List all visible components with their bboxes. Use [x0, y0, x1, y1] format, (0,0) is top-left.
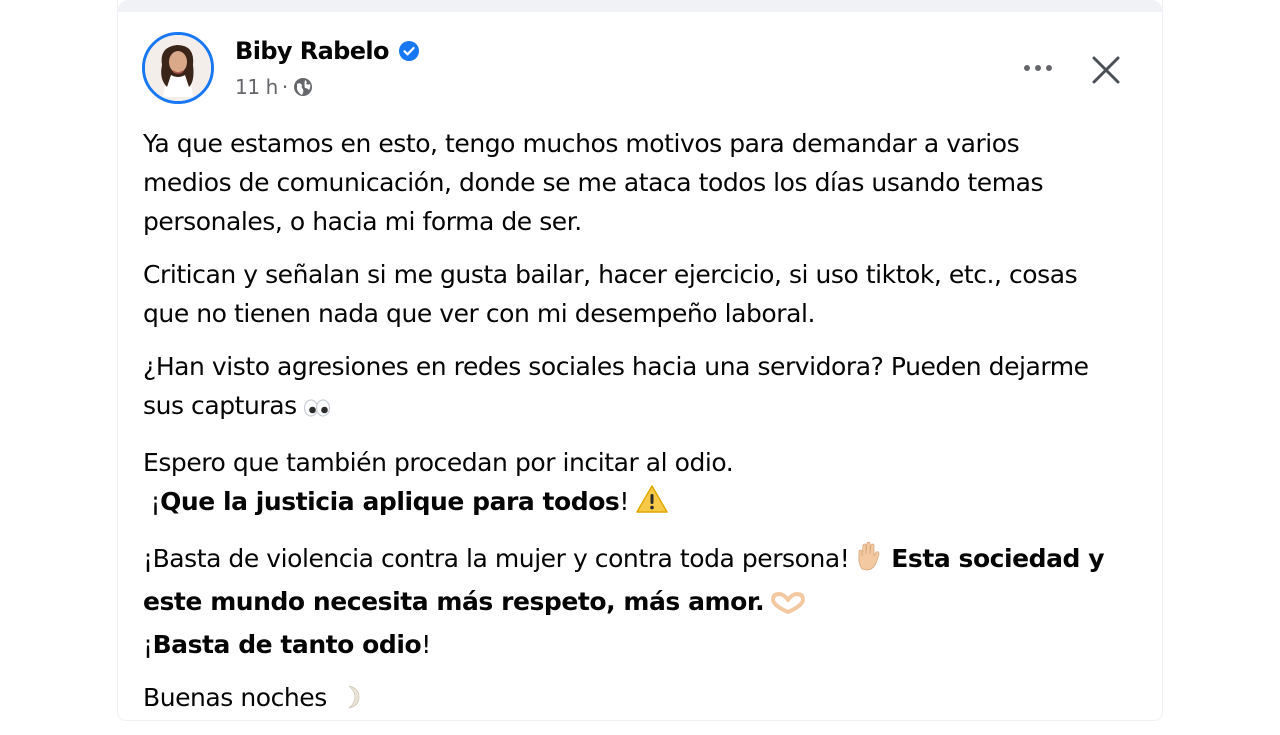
- post-timestamp[interactable]: 11 h: [235, 75, 278, 99]
- post-header: Biby Rabelo 11 h ·: [118, 12, 1162, 112]
- paragraph-2: Critican y señalan si me gusta bailar, h…: [143, 255, 1153, 333]
- text-fragment: ¡: [143, 487, 161, 516]
- avatar-photo: [145, 35, 211, 101]
- text-line: que no tienen nada que ver con mi desemp…: [143, 299, 815, 328]
- post-card: Biby Rabelo 11 h · Ya que estamos en est…: [118, 0, 1162, 720]
- text-line: este mundo necesita más respeto, más amo…: [143, 582, 1153, 625]
- text-line: Espero que también procedan por incitar …: [143, 448, 734, 477]
- paragraph-4: Espero que también procedan por incitar …: [143, 443, 1153, 525]
- text-line: ¡Que la justicia aplique para todos!: [143, 482, 1153, 525]
- verified-badge-icon: [398, 40, 420, 62]
- raised-hand-emoji-icon: [855, 541, 883, 582]
- text-fragment: ¡Basta de violencia contra la mujer y co…: [143, 544, 850, 573]
- text-fragment: !: [421, 630, 431, 659]
- close-icon[interactable]: [1086, 50, 1126, 90]
- text-line: Ya que estamos en esto, tengo muchos mot…: [143, 129, 1020, 158]
- heart-hands-emoji-icon: [770, 586, 806, 625]
- paragraph-1: Ya que estamos en esto, tengo muchos mot…: [143, 124, 1153, 241]
- bold-text: Basta de tanto odio: [152, 630, 422, 659]
- meta-separator: ·: [281, 75, 288, 99]
- text-fragment: sus capturas: [143, 391, 297, 420]
- eyes-emoji-icon: [303, 390, 331, 429]
- text-fragment: !: [619, 487, 629, 516]
- warning-emoji-icon: [635, 484, 669, 525]
- text-line: sus capturas: [143, 386, 1153, 429]
- paragraph-6: Buenas noches: [143, 678, 1153, 721]
- post-text: Ya que estamos en esto, tengo muchos mot…: [143, 124, 1153, 735]
- text-line: Buenas noches: [143, 678, 1153, 721]
- globe-icon: [292, 76, 314, 98]
- text-fragment: Buenas noches: [143, 683, 327, 712]
- more-options-icon[interactable]: [1014, 50, 1062, 86]
- bold-text: este mundo necesita más respeto, más amo…: [143, 587, 765, 616]
- text-fragment: ¡: [143, 630, 153, 659]
- post-meta: 11 h ·: [235, 75, 314, 99]
- author-name[interactable]: Biby Rabelo: [235, 37, 390, 65]
- author-avatar[interactable]: [142, 32, 214, 104]
- text-line: ¡Basta de violencia contra la mujer y co…: [143, 539, 1153, 582]
- text-line: personales, o hacia mi forma de ser.: [143, 207, 582, 236]
- text-line: medios de comunicación, donde se me atac…: [143, 168, 1044, 197]
- bold-text: Esta sociedad y: [891, 544, 1105, 573]
- text-line: Critican y señalan si me gusta bailar, h…: [143, 260, 1078, 289]
- text-line: ¿Han visto agresiones en redes sociales …: [143, 352, 1089, 381]
- crescent-moon-emoji-icon: [341, 682, 361, 721]
- bold-text: Que la justicia aplique para todos: [160, 487, 620, 516]
- paragraph-3: ¿Han visto agresiones en redes sociales …: [143, 347, 1153, 429]
- paragraph-5: ¡Basta de violencia contra la mujer y co…: [143, 539, 1153, 664]
- author-row: Biby Rabelo: [235, 37, 420, 65]
- text-line: ¡Basta de tanto odio!: [143, 625, 1153, 664]
